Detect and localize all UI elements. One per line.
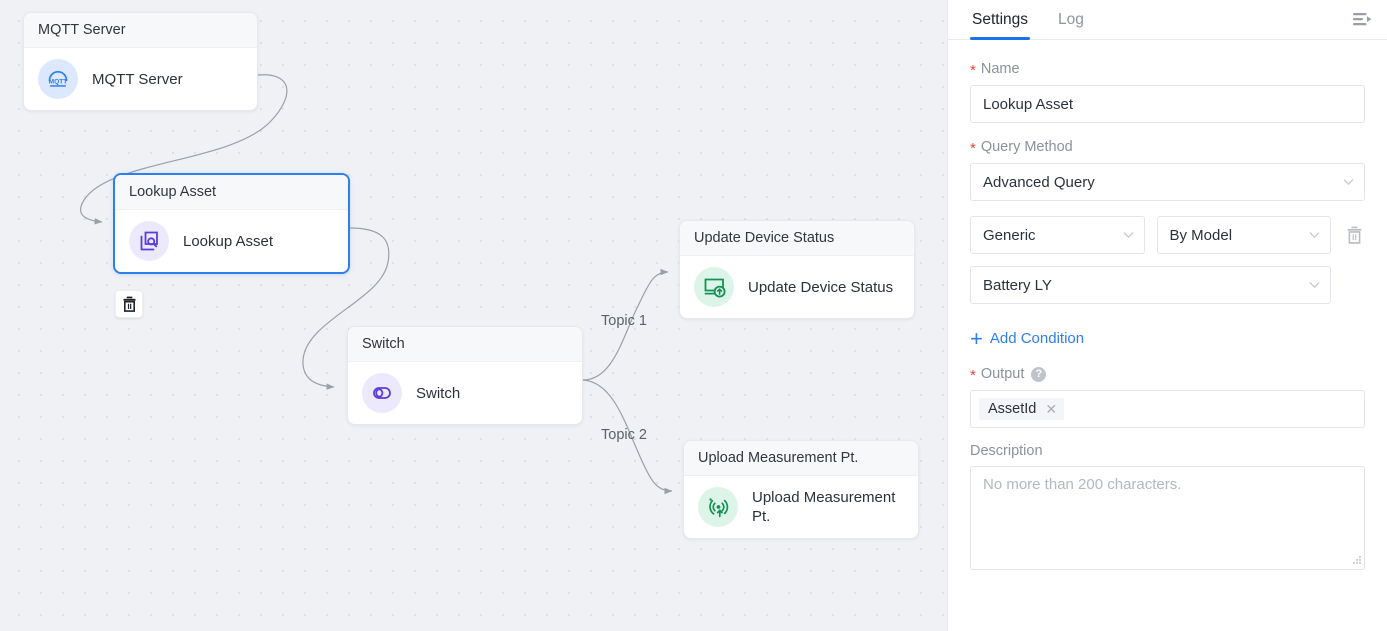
output-label: * Output ? [970,365,1365,383]
panel-tab-bar: Settings Log [948,0,1387,40]
edge-label-topic-1: Topic 1 [601,313,647,329]
add-condition-label: Add Condition [989,330,1085,347]
required-asterisk: * [970,62,976,79]
condition-scope-select[interactable]: Generic [970,216,1145,254]
chevron-down-icon [1343,179,1354,185]
chevron-down-icon [1309,232,1320,238]
condition-mode-select[interactable]: By Model [1156,216,1331,254]
node-title: MQTT Server [24,13,257,48]
node-upload-measurement-point[interactable]: Upload Measurement Pt. Upload Measuremen… [683,440,919,539]
delete-node-button[interactable] [115,290,143,318]
condition-model-select[interactable]: Battery LY [970,266,1331,304]
trash-icon [123,296,135,312]
trash-icon [1347,226,1361,244]
node-title: Update Device Status [680,221,914,256]
node-body: Upload Measurement Pt. [684,476,918,538]
node-label: MQTT Server [92,70,183,88]
node-title: Upload Measurement Pt. [684,441,918,476]
condition-scope-value: Generic [983,226,1036,244]
node-body: MQTT MQTT Server [24,48,257,110]
condition-model-row: Battery LY [970,266,1365,304]
node-mqtt-server[interactable]: MQTT Server MQTT MQTT Server [23,12,258,111]
output-tag-label: AssetId [988,401,1037,417]
node-label: Upload Measurement Pt. [752,489,896,525]
condition-model-value: Battery LY [983,276,1052,294]
condition-row: Generic By Model [970,216,1365,254]
output-label-text: Output [980,366,1025,382]
node-title: Lookup Asset [115,175,348,210]
settings-form: * Name Lookup Asset * Query Method Advan… [948,40,1387,570]
required-asterisk: * [970,140,976,157]
required-asterisk: * [970,367,976,384]
settings-panel: Settings Log * Name Lookup Asset * Query… [947,0,1387,631]
node-title: Switch [348,327,582,362]
node-update-device-status[interactable]: Update Device Status Update Device Statu… [679,220,915,319]
field-output: * Output ? AssetId ✕ [970,365,1365,428]
tab-log[interactable]: Log [1056,11,1086,39]
node-label: Switch [416,384,461,402]
node-label: Lookup Asset [183,232,274,250]
description-placeholder: No more than 200 characters. [983,476,1182,493]
query-method-select[interactable]: Advanced Query [970,163,1365,201]
close-icon[interactable]: ✕ [1045,402,1057,416]
collapse-panel-icon[interactable] [1349,6,1375,32]
query-method-value: Advanced Query [983,173,1095,191]
node-body: Update Device Status [680,256,914,318]
plus-icon: + [970,326,983,351]
edge-label-topic-2: Topic 2 [601,427,647,443]
tab-settings[interactable]: Settings [970,11,1031,40]
node-switch[interactable]: Switch Switch [347,326,583,425]
name-label-text: Name [980,61,1020,77]
node-body: Switch [348,362,582,424]
toggle-switch-icon [362,373,402,413]
query-method-label-text: Query Method [980,139,1073,155]
chevron-down-icon [1123,232,1133,238]
output-tag: AssetId ✕ [979,398,1065,420]
name-label: * Name [970,60,1365,78]
field-description: Description No more than 200 characters. [970,443,1365,570]
field-query-method: * Query Method Advanced Query [970,138,1365,201]
mqtt-cloud-icon: MQTT [38,59,78,99]
asset-search-icon [129,221,169,261]
workflow-editor: MQTT Server MQTT MQTT Server Lookup Asse… [0,0,1387,631]
signal-upload-icon [698,487,738,527]
svg-text:MQTT: MQTT [49,79,68,86]
chevron-down-icon [1309,282,1320,288]
resize-handle-icon[interactable] [1350,555,1362,567]
node-lookup-asset[interactable]: Lookup Asset Lookup Asset [113,173,350,274]
output-tag-input[interactable]: AssetId ✕ [970,390,1365,428]
node-label: Update Device Status [748,278,894,296]
field-name: * Name Lookup Asset [970,60,1365,123]
name-input[interactable]: Lookup Asset [970,85,1365,123]
add-condition-button[interactable]: + Add Condition [970,326,1085,351]
description-label: Description [970,443,1043,459]
query-method-label: * Query Method [970,138,1365,156]
node-body: Lookup Asset [115,210,348,272]
monitor-upload-icon [694,267,734,307]
flow-canvas[interactable]: MQTT Server MQTT MQTT Server Lookup Asse… [0,0,947,631]
question-mark-icon[interactable]: ? [1031,366,1047,382]
delete-condition-button[interactable] [1343,226,1365,244]
description-textarea[interactable]: No more than 200 characters. [970,466,1365,570]
condition-mode-value: By Model [1169,226,1233,244]
